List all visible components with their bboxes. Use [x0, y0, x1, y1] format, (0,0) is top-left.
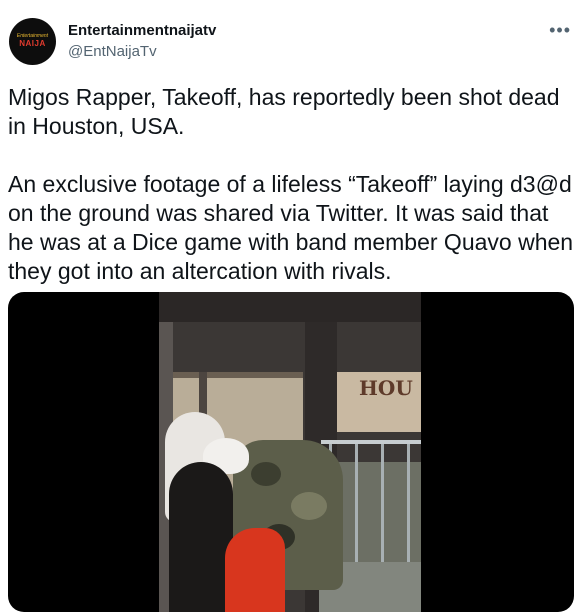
video-camo-pattern	[251, 462, 281, 486]
tweet-paragraph-2: An exclusive footage of a lifeless “Take…	[8, 171, 574, 284]
tweet-paragraph-1: Migos Rapper, Takeoff, has reportedly be…	[8, 84, 560, 139]
video-sign-text: HOU	[359, 376, 413, 400]
tweet-text: Migos Rapper, Takeoff, has reportedly be…	[8, 83, 576, 286]
more-options-icon[interactable]: •••	[549, 20, 571, 41]
video-top-shadow	[159, 292, 421, 322]
author-display-name[interactable]: Entertainmentnaijatv	[68, 22, 216, 39]
author-handle[interactable]: @EntNaijaTv	[68, 43, 157, 60]
video-person-black	[169, 462, 233, 612]
avatar-logo-main: NAIJA	[19, 39, 46, 48]
video-red-clothing	[225, 528, 285, 612]
video-frame: HOU	[159, 292, 421, 612]
video-camo-pattern	[291, 492, 327, 520]
video-railing	[321, 440, 421, 444]
video-window-bar	[173, 372, 303, 378]
tweet-media-video[interactable]: HOU	[8, 292, 574, 612]
avatar[interactable]: Entertainment NAIJA	[9, 18, 56, 65]
